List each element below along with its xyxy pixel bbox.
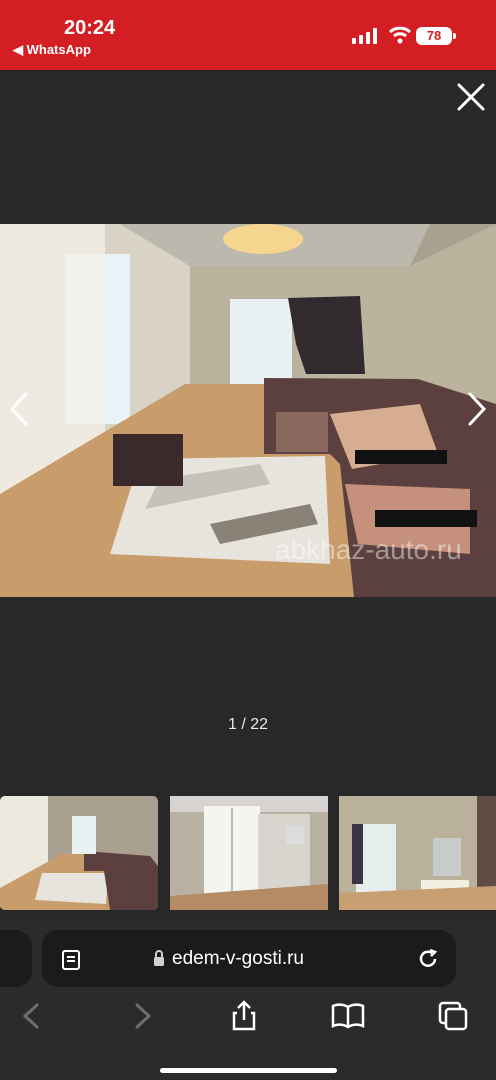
reload-icon[interactable] bbox=[416, 947, 440, 971]
thumbnail-strip bbox=[0, 796, 496, 910]
back-to-whatsapp-link[interactable]: ◀ WhatsApp bbox=[13, 42, 91, 58]
tabs-button[interactable] bbox=[433, 998, 473, 1034]
url-text: edem-v-gosti.ru bbox=[172, 948, 304, 969]
signal-icon bbox=[352, 28, 378, 44]
back-button[interactable] bbox=[12, 998, 52, 1034]
close-icon[interactable] bbox=[456, 82, 486, 112]
watermark: abkhaz-auto.ru bbox=[275, 534, 462, 565]
thumbnail-bedroom-wardrobe[interactable] bbox=[170, 796, 328, 910]
tabs-icon bbox=[438, 1001, 468, 1031]
time: 20:24 bbox=[64, 17, 116, 39]
previous-tab-preview[interactable] bbox=[0, 930, 32, 987]
lock-icon bbox=[154, 950, 164, 966]
share-icon bbox=[232, 1000, 256, 1031]
next-photo-icon[interactable] bbox=[466, 392, 488, 426]
address-bar[interactable]: edem-v-gosti.ru bbox=[42, 930, 456, 987]
home-indicator bbox=[160, 1068, 337, 1073]
browser-chrome: edem-v-gosti.ru bbox=[0, 920, 496, 1080]
thumbnail-living-room[interactable] bbox=[0, 796, 158, 910]
status-bar: 20:24 ◀ WhatsApp 78 bbox=[0, 0, 496, 70]
back-icon bbox=[22, 1003, 39, 1029]
forward-button[interactable] bbox=[122, 998, 162, 1034]
forward-icon bbox=[135, 1003, 152, 1029]
share-button[interactable] bbox=[224, 998, 264, 1034]
bookmarks-button[interactable] bbox=[328, 998, 368, 1034]
main-apartment-photo[interactable]: abkhaz-auto.ru bbox=[0, 224, 496, 597]
previous-photo-icon[interactable] bbox=[8, 392, 30, 426]
photo-counter: 1 / 22 bbox=[227, 716, 269, 733]
thumbnail-bedroom-mirror[interactable] bbox=[339, 796, 496, 910]
reader-icon[interactable] bbox=[60, 948, 84, 972]
bookmarks-icon bbox=[331, 1003, 365, 1029]
battery-icon: 78 bbox=[416, 27, 456, 45]
wifi-icon bbox=[389, 26, 411, 44]
